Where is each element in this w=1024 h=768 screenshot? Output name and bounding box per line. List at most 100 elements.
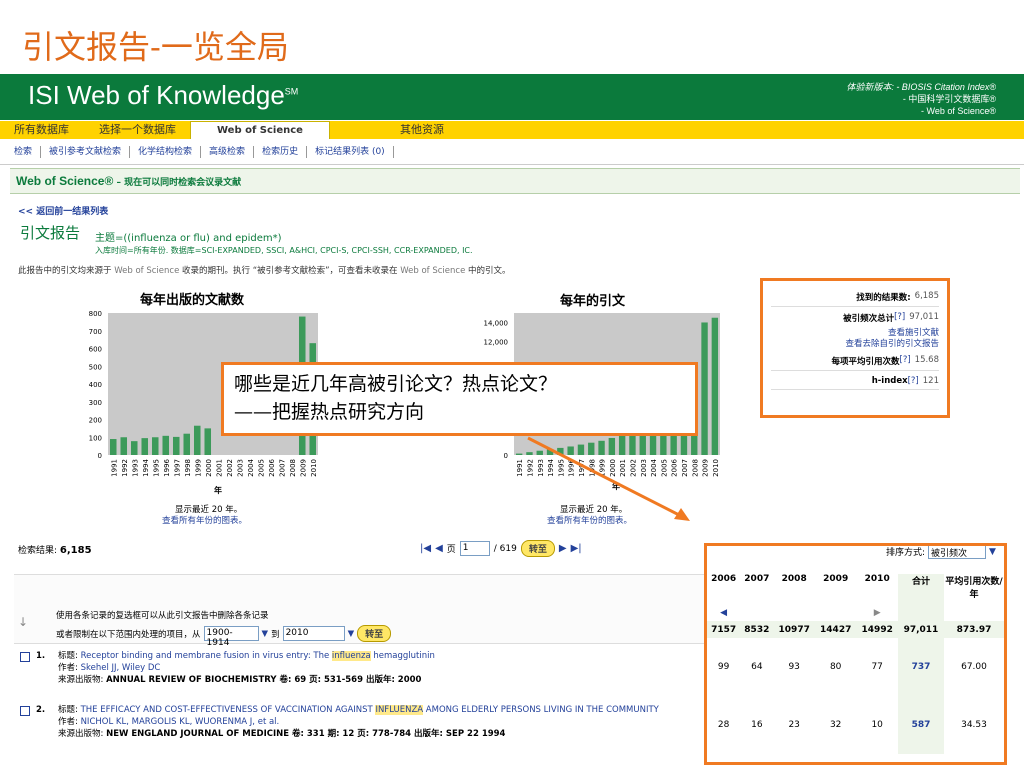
page-label: 页: [446, 545, 456, 555]
back-to-results-link[interactable]: << 返回前一结果列表: [18, 204, 108, 217]
last-page-icon[interactable]: ▶|: [571, 543, 582, 554]
y-tick-label: 12,000: [484, 338, 509, 346]
bar-1992: [120, 437, 128, 455]
total-2008: 10977: [773, 621, 815, 638]
nav-search-history[interactable]: 检索历史: [254, 146, 308, 158]
record-2-title-b: AMONG ELDERLY PERSONS LIVING IN THE COMM…: [423, 705, 659, 715]
record-1-checkbox[interactable]: [20, 652, 30, 662]
query-meta: 入库时间=所有年份. 数据库=SCI-EXPANDED, SSCI, A&HCI…: [95, 246, 473, 255]
edition-cscd[interactable]: - 中国科学引文数据库®: [846, 93, 996, 105]
nav-search[interactable]: 检索: [6, 146, 42, 158]
to-chevron-icon[interactable]: ▼: [348, 629, 355, 639]
query-text: 主题=((influenza or flu) and epidem*): [95, 233, 282, 244]
nav-cited-ref-search[interactable]: 被引参考文献检索: [41, 146, 131, 158]
total-sum: 97,011: [897, 621, 944, 638]
record-2-source-label: 来源出版物:: [58, 729, 104, 739]
note-wos-1: Web of Science: [114, 266, 180, 276]
from-chevron-icon[interactable]: ▼: [262, 629, 269, 639]
go-page-button[interactable]: 转至: [520, 540, 555, 557]
h-index-label: h-index: [871, 376, 908, 386]
record-1-authors-row: 作者: Skehel JJ, Wiley DC: [58, 662, 710, 674]
year-totals-row: 7157 8532 10977 14427 14992 97,011 873.9…: [707, 621, 1004, 638]
x-tick-label: 1999: [194, 459, 202, 477]
bar-2009: [701, 322, 708, 455]
record-1-title-row: 标题: Receptor binding and membrane fusion…: [58, 650, 710, 662]
r2-total[interactable]: 587: [897, 696, 944, 754]
first-page-icon[interactable]: |◀: [420, 543, 431, 554]
help-link-h[interactable]: [?]: [908, 376, 919, 386]
slide-title: 引文报告-一览全局: [22, 28, 289, 66]
tab-other-resources[interactable]: 其他资源: [330, 121, 458, 139]
total-cites-label: 被引频次总计: [843, 314, 895, 324]
editions-info: 体验新版本: - BIOSIS Citation Index® - 中国科学引文…: [846, 81, 996, 117]
record-2-source-row: 来源出版物: NEW ENGLAND JOURNAL OF MEDICINE 卷…: [58, 728, 720, 740]
help-link-avg[interactable]: [?]: [900, 355, 911, 367]
callout-line-2: ——把握热点研究方向: [234, 401, 425, 423]
y-tick-label: 600: [89, 346, 102, 354]
filter-to-select[interactable]: 2010: [282, 626, 345, 641]
bar-1991: [109, 439, 117, 455]
x-tick-label: 2004: [247, 458, 255, 476]
filter-from-select[interactable]: 1900-1914: [203, 626, 259, 648]
y-tick-label: 300: [89, 399, 102, 407]
isi-banner: ISI Web of KnowledgeSM 体验新版本: - BIOSIS C…: [0, 74, 1024, 120]
x-tick-label: 2000: [205, 459, 213, 477]
prev-page-icon[interactable]: ◀: [435, 543, 443, 554]
stat-h-index: h-index [?] 121: [771, 376, 939, 390]
edition-biosis[interactable]: 体验新版本: - BIOSIS Citation Index®: [846, 81, 996, 93]
record-2-title-link[interactable]: THE EFFICACY AND COST-EFFECTIVENESS OF V…: [81, 705, 659, 715]
record-2-title-a: THE EFFICACY AND COST-EFFECTIVENESS OF V…: [80, 705, 376, 715]
r1-total[interactable]: 737: [897, 638, 944, 696]
database-tabs: 所有数据库 选择一个数据库 Web of Science 其他资源: [0, 121, 1024, 139]
record-2-cites-row: 28 16 23 32 10 587 34.53: [707, 696, 1004, 754]
total-2007: 8532: [740, 621, 774, 638]
record-1-author-label: 作者:: [58, 663, 78, 673]
r1-avg: 67.00: [961, 662, 987, 672]
citing-articles-link[interactable]: 查看施引文献: [771, 328, 939, 339]
record-1-cites-row: 99 64 93 80 77 737 67.00: [707, 638, 1004, 696]
yearly-citation-box: 2006 2007 2008 2009 2010 合计 平均引用次数/年 ◀ ▶…: [704, 543, 1007, 765]
filter-go-button[interactable]: 转至: [357, 625, 392, 642]
r1-2010: 77: [871, 662, 883, 672]
edition-wos[interactable]: - Web of Science®: [846, 105, 996, 117]
record-1-title-a: Receptor binding and membrane fusion in …: [80, 651, 332, 661]
record-1-authors[interactable]: Skehel JJ, Wiley DC: [81, 663, 161, 673]
filter-line-1: 使用各条记录的复选框可以从此引文报告中删除各条记录: [56, 611, 269, 621]
isi-logo[interactable]: ISI Web of KnowledgeSM: [28, 80, 298, 111]
prev-years-icon[interactable]: ◀: [707, 604, 740, 621]
record-1-title-link[interactable]: Receptor binding and membrane fusion in …: [81, 651, 435, 661]
record-2-title-hl: INFLUENZA: [375, 705, 424, 715]
total-2010: 14992: [856, 621, 898, 638]
nav-marked-list[interactable]: 标记结果列表 (0): [307, 146, 394, 158]
x-tick-label: 2009: [299, 459, 307, 477]
x-tick-label: 1996: [163, 458, 171, 476]
record-2: 2. 标题: THE EFFICACY AND COST-EFFECTIVENE…: [20, 704, 720, 740]
help-link[interactable]: [?]: [894, 312, 905, 324]
tab-web-of-science[interactable]: Web of Science: [190, 121, 330, 139]
year-2007: 2007: [744, 574, 770, 584]
r2-2009: 32: [829, 720, 842, 730]
next-years-icon[interactable]: ▶: [856, 604, 898, 621]
record-2-authors[interactable]: NICHOL KL, MARGOLIS KL, WUORENMA J, et a…: [81, 717, 280, 727]
brand-name: ISI Web of Knowledge: [28, 80, 285, 110]
tab-select-database[interactable]: 选择一个数据库: [83, 121, 190, 139]
tab-all-databases[interactable]: 所有数据库: [0, 121, 83, 139]
pubs-all-years-link[interactable]: 查看所有年份的图表。: [162, 514, 247, 526]
page-input[interactable]: 1: [459, 541, 490, 556]
nav-structure-search[interactable]: 化学结构检索: [130, 146, 202, 158]
search-subnav: 检索 被引参考文献检索 化学结构检索 高级检索 检索历史 标记结果列表 (0): [0, 140, 1024, 165]
year-2009: 2009: [823, 574, 849, 584]
r2-avg: 34.53: [961, 720, 987, 730]
bar-1999: [193, 425, 201, 455]
nav-advanced-search[interactable]: 高级检索: [201, 146, 255, 158]
r1-2009: 80: [829, 662, 842, 672]
bar-1995: [151, 437, 159, 455]
avg-cites-value: 15.68: [914, 355, 939, 365]
no-self-cite-link[interactable]: 查看去除自引的引文报告: [771, 339, 939, 350]
next-page-icon[interactable]: ▶: [559, 543, 567, 554]
record-2-checkbox[interactable]: [20, 706, 30, 716]
note-part-a: 此报告中的引文均来源于: [18, 266, 112, 276]
y-tick-label: 400: [89, 381, 102, 389]
record-2-number: 2.: [36, 705, 46, 715]
avg-cites-label: 每项平均引用次数: [831, 357, 900, 367]
